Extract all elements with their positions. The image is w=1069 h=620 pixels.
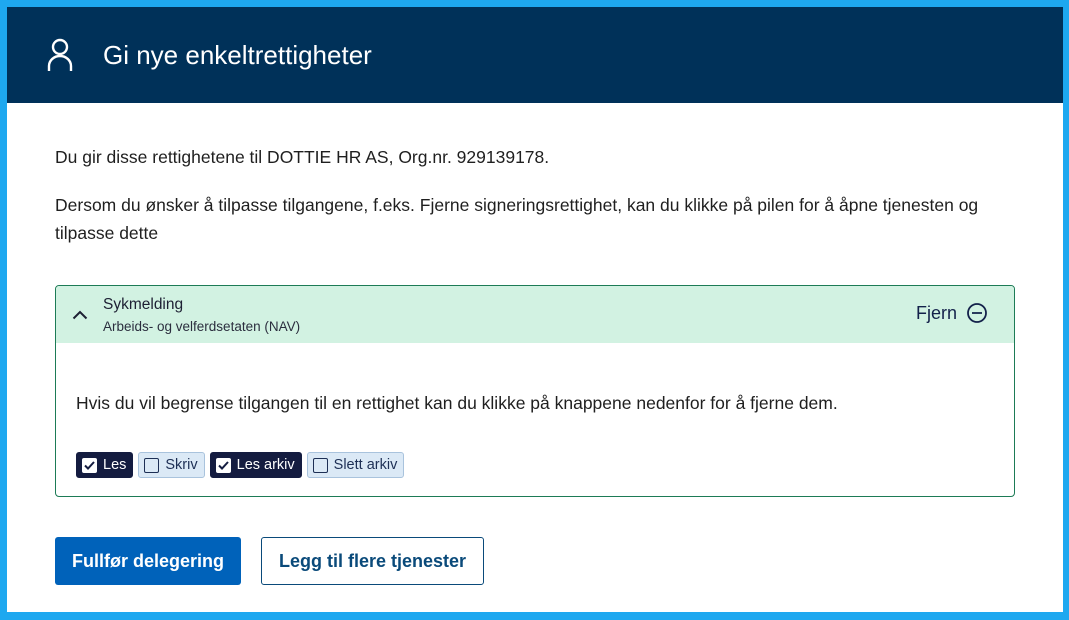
dialog-header: Gi nye enkeltrettigheter: [7, 7, 1063, 103]
rights-chips: Les Skriv Les arkiv Slett arkiv: [76, 452, 994, 478]
checkbox-checked-icon: [82, 457, 97, 473]
right-chip-label: Slett arkiv: [333, 457, 398, 473]
service-title: Sykmelding: [103, 295, 184, 313]
right-chip-label: Skriv: [165, 457, 198, 473]
checkbox-unchecked-icon: [312, 457, 328, 473]
right-chip-les[interactable]: Les: [76, 452, 134, 478]
checkbox-unchecked-icon: [144, 457, 160, 473]
service-heading: Sykmelding Arbeids- og velferdsetaten (N…: [103, 296, 300, 334]
dialog-title: Gi nye enkeltrettigheter: [103, 39, 372, 70]
chevron-up-icon[interactable]: [72, 310, 88, 320]
service-accordion: Sykmelding Arbeids- og velferdsetaten (N…: [55, 285, 1015, 497]
instructions-text: Dersom du ønsker å tilpasse tilgangene, …: [55, 195, 979, 243]
dialog-content: Du gir disse rettighetene til DOTTIE HR …: [7, 143, 1063, 585]
right-chip-label: Les arkiv: [236, 457, 295, 473]
dialog: Gi nye enkeltrettigheter Du gir disse re…: [7, 7, 1063, 612]
remove-label: Fjern: [915, 302, 957, 323]
intro-text: Du gir disse rettighetene til DOTTIE HR …: [55, 147, 550, 167]
service-accordion-body: Hvis du vil begrense tilgangen til en re…: [56, 343, 1014, 478]
remove-service-button[interactable]: Fjern: [916, 302, 988, 324]
service-accordion-header[interactable]: Sykmelding Arbeids- og velferdsetaten (N…: [56, 286, 1014, 343]
service-provider: Arbeids- og velferdsetaten (NAV): [103, 318, 301, 334]
complete-delegation-button[interactable]: Fullfør delegering: [55, 537, 241, 585]
add-more-services-button[interactable]: Legg til flere tjenester: [261, 537, 484, 585]
minus-circle-icon: [966, 302, 988, 324]
dialog-actions: Fullfør delegering Legg til flere tjenes…: [55, 537, 1015, 585]
right-chip-label: Les: [103, 457, 127, 473]
right-chip-slett-arkiv[interactable]: Slett arkiv: [306, 452, 405, 478]
person-icon: [47, 38, 73, 72]
right-chip-les-arkiv[interactable]: Les arkiv: [209, 452, 302, 478]
restrict-info-text: Hvis du vil begrense tilgangen til en re…: [76, 393, 838, 413]
right-chip-skriv[interactable]: Skriv: [138, 452, 205, 478]
checkbox-checked-icon: [215, 457, 231, 473]
